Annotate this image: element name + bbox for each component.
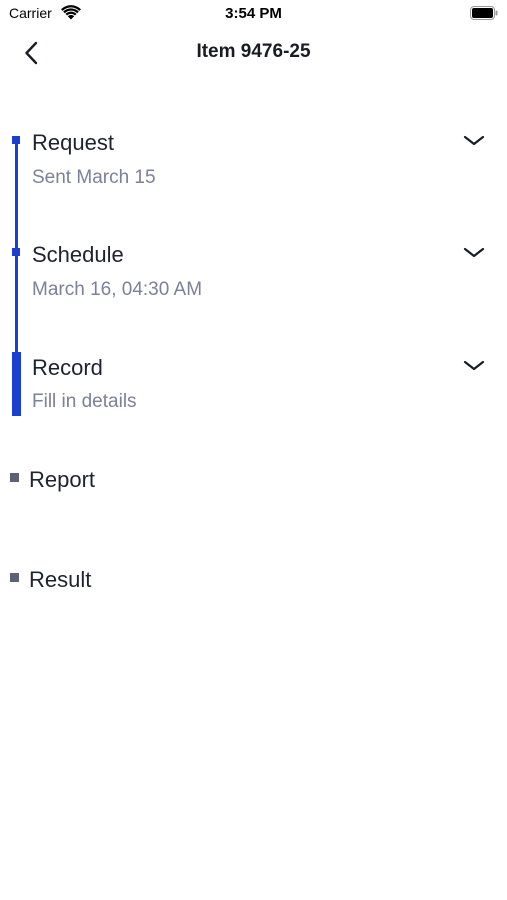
- chevron-down-icon[interactable]: [461, 357, 487, 375]
- step-title: Request: [32, 130, 114, 155]
- status-bar: Carrier 3:54 PM: [0, 0, 507, 28]
- battery-icon: [470, 6, 498, 20]
- step-marker-pending: [10, 573, 19, 582]
- page-title: Item 9476-25: [196, 41, 311, 62]
- step-title: Result: [29, 567, 92, 592]
- step-subtitle: Fill in details: [32, 391, 137, 412]
- step-subtitle: Sent March 15: [32, 167, 156, 188]
- step-title: Schedule: [32, 242, 124, 267]
- step-title: Record: [32, 355, 103, 380]
- step-title: Report: [29, 467, 96, 492]
- timeline-connector: [15, 256, 18, 354]
- timeline-connector: [15, 144, 18, 252]
- step-subtitle: March 16, 04:30 AM: [32, 279, 203, 300]
- nav-bar: Item 9476-25: [0, 28, 507, 78]
- chevron-down-icon[interactable]: [461, 244, 487, 262]
- step-marker-done: [12, 248, 20, 256]
- chevron-down-icon[interactable]: [461, 132, 487, 150]
- step-marker-done: [12, 136, 20, 144]
- step-marker-pending: [10, 473, 19, 482]
- step-marker-current: [12, 352, 21, 416]
- status-time: 3:54 PM: [225, 5, 282, 22]
